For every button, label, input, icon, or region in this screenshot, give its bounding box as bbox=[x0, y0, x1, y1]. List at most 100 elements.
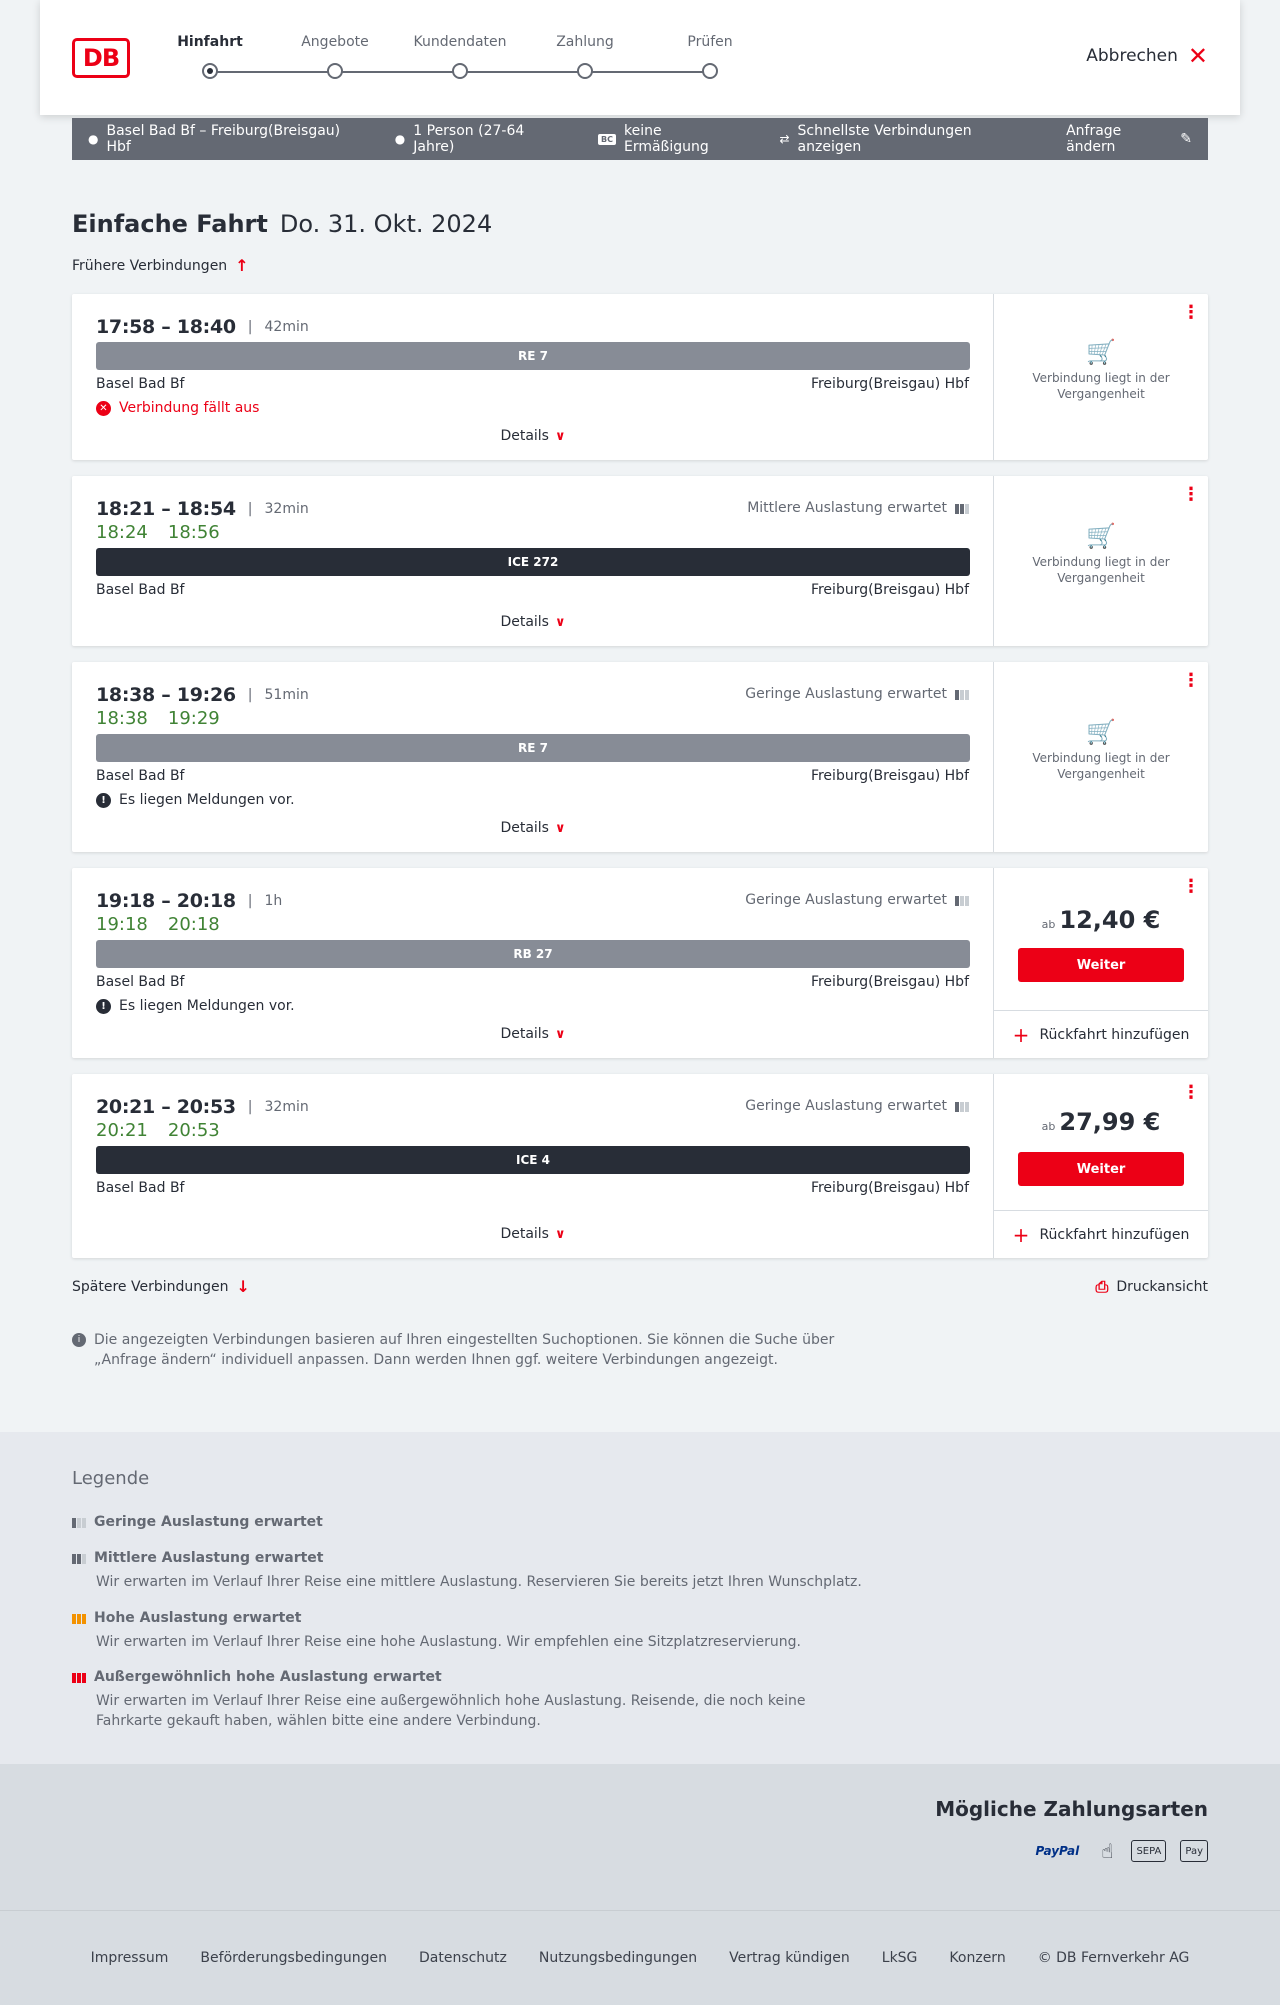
legend-item-title: Mittlere Auslastung erwartet bbox=[94, 1550, 324, 1566]
legend-item: Außergewöhnlich hohe Auslastung erwartet… bbox=[72, 1669, 876, 1731]
duration: 32min bbox=[264, 1099, 309, 1115]
step-zahlung[interactable]: Zahlung bbox=[520, 34, 650, 79]
message-text: Es liegen Meldungen vor. bbox=[119, 792, 295, 808]
footer-copyright: © DB Fernverkehr AG bbox=[1037, 1950, 1190, 1966]
footer-link-impressum[interactable]: Impressum bbox=[91, 1950, 169, 1966]
past-notice: 🛒 Verbindung liegt in der Vergangenheit bbox=[994, 524, 1208, 586]
step-hinfahrt[interactable]: Hinfahrt bbox=[145, 34, 275, 79]
exclamation-circle-icon: ! bbox=[96, 792, 111, 808]
cart-unavailable-icon: 🛒 bbox=[1086, 338, 1116, 366]
occupancy-indicator: Geringe Auslastung erwartet bbox=[745, 686, 969, 702]
details-toggle[interactable]: Details ∨ bbox=[72, 820, 994, 836]
realtime-departure: 18:24 bbox=[96, 522, 148, 543]
past-notice: 🛒 Verbindung liegt in der Vergangenheit bbox=[994, 720, 1208, 782]
offer-panel: ⋮ ab 12,40 € Weiter + Rückfahrt hinzufügen bbox=[994, 868, 1208, 1058]
connection-card[interactable]: 18:38 – 19:26 | 51min Geringe Auslastung e… bbox=[72, 662, 1208, 852]
info-text: Die angezeigten Verbindungen basieren au… bbox=[94, 1332, 835, 1368]
legend-item: Mittlere Auslastung erwartet Wir erwarte… bbox=[72, 1550, 876, 1592]
realtime-arrival: 20:18 bbox=[167, 914, 220, 935]
planned-times: 18:38 – 19:26 bbox=[96, 684, 236, 706]
duration: 32min bbox=[264, 501, 309, 517]
location-pin-icon: ● bbox=[88, 132, 99, 146]
train-bar[interactable]: RE 7 bbox=[96, 342, 970, 370]
occupancy-low-icon bbox=[72, 1516, 86, 1528]
occupancy-extreme-icon bbox=[72, 1671, 86, 1683]
connection-card[interactable]: 19:18 – 20:18 | 1h Geringe Auslastung erwa… bbox=[72, 868, 1208, 1058]
edit-label: Anfrage ändern bbox=[1066, 123, 1122, 155]
notice-message: ! Es liegen Meldungen vor. bbox=[96, 792, 295, 808]
details-toggle[interactable]: Details ∨ bbox=[72, 1226, 994, 1242]
message-text: Verbindung fällt aus bbox=[119, 400, 260, 416]
connection-info: 19:18 – 20:18 | 1h Geringe Auslastung erwa… bbox=[72, 868, 994, 1058]
separator: | bbox=[247, 319, 253, 335]
step-dot bbox=[577, 63, 593, 79]
details-label: Details bbox=[500, 1226, 549, 1242]
connection-info: 18:21 – 18:54 | 32min Mittlere Auslastung … bbox=[72, 476, 994, 646]
step-kundendaten[interactable]: Kundendaten bbox=[395, 34, 525, 79]
step-label: Zahlung bbox=[556, 34, 614, 50]
legend-section: Legende Geringe Auslastung erwartet Mitt… bbox=[0, 1432, 1280, 1764]
weiter-button[interactable]: Weiter bbox=[1018, 948, 1184, 982]
more-options-icon[interactable]: ⋮ bbox=[1182, 1084, 1200, 1102]
separator: | bbox=[247, 893, 253, 909]
details-label: Details bbox=[500, 820, 549, 836]
edit-request-button[interactable]: Anfrage ändern ✎ bbox=[1066, 123, 1192, 155]
realtime-arrival: 20:53 bbox=[167, 1120, 220, 1141]
connection-info: 17:58 – 18:40 | 42min RE 7 Basel Bad Bf Fr… bbox=[72, 294, 994, 460]
cancel-button[interactable]: Abbrechen ✕ bbox=[1086, 44, 1208, 68]
add-return-button[interactable]: + Rückfahrt hinzufügen bbox=[994, 1010, 1208, 1058]
details-toggle[interactable]: Details ∨ bbox=[72, 1026, 994, 1042]
payment-icons: PayPal ☝ SEPA Pay bbox=[1031, 1839, 1208, 1863]
paypal-icon: PayPal bbox=[1035, 1844, 1080, 1858]
offer-panel: ⋮ 🛒 Verbindung liegt in der Vergangenheit bbox=[994, 662, 1208, 852]
db-logo[interactable]: DB bbox=[72, 38, 130, 78]
earlier-connections-link[interactable]: Frühere Verbindungen ↑ bbox=[72, 256, 249, 275]
footer-link-lksg[interactable]: LkSG bbox=[882, 1950, 918, 1966]
more-options-icon[interactable]: ⋮ bbox=[1182, 878, 1200, 896]
train-bar[interactable]: ICE 4 bbox=[96, 1146, 970, 1174]
offer-panel: ⋮ ab 27,99 € Weiter + Rückfahrt hinzufügen bbox=[994, 1074, 1208, 1258]
footer-link-datenschutz[interactable]: Datenschutz bbox=[419, 1950, 507, 1966]
past-text: Verbindung liegt in der Vergangenheit bbox=[1032, 371, 1170, 401]
details-label: Details bbox=[500, 614, 549, 630]
realtime-arrival: 18:56 bbox=[167, 522, 220, 543]
footer-link-befoerderungsbedingungen[interactable]: Beförderungsbedingungen bbox=[200, 1950, 387, 1966]
train-bar[interactable]: RB 27 bbox=[96, 940, 970, 968]
occupancy-low-icon bbox=[955, 1100, 969, 1112]
destination-station: Freiburg(Breisgau) Hbf bbox=[810, 1180, 969, 1196]
footer-link-konzern[interactable]: Konzern bbox=[949, 1950, 1005, 1966]
print-view-link[interactable]: ⎙ Druckansicht bbox=[1096, 1277, 1208, 1297]
step-pruefen[interactable]: Prüfen bbox=[645, 34, 775, 79]
print-label: Druckansicht bbox=[1116, 1279, 1208, 1295]
add-return-button[interactable]: + Rückfahrt hinzufügen bbox=[994, 1210, 1208, 1258]
more-options-icon[interactable]: ⋮ bbox=[1182, 672, 1200, 690]
more-options-icon[interactable]: ⋮ bbox=[1182, 304, 1200, 322]
details-toggle[interactable]: Details ∨ bbox=[72, 428, 994, 444]
footer-link-vertrag-kuendigen[interactable]: Vertrag kündigen bbox=[729, 1950, 850, 1966]
connection-card[interactable]: 17:58 – 18:40 | 42min RE 7 Basel Bad Bf Fr… bbox=[72, 294, 1208, 460]
chevron-down-icon: ∨ bbox=[554, 615, 566, 630]
time-row: 20:21 – 20:53 | 32min bbox=[96, 1096, 309, 1118]
details-toggle[interactable]: Details ∨ bbox=[72, 614, 994, 630]
connection-card[interactable]: 20:21 – 20:53 | 32min Geringe Auslastung e… bbox=[72, 1074, 1208, 1258]
later-connections-link[interactable]: Spätere Verbindungen ↓ bbox=[72, 1277, 250, 1296]
footer-link-nutzungsbedingungen[interactable]: Nutzungsbedingungen bbox=[539, 1950, 697, 1966]
duration: 42min bbox=[264, 319, 309, 335]
weiter-button[interactable]: Weiter bbox=[1018, 1152, 1184, 1186]
page-title: Einfache Fahrt Do. 31. Okt. 2024 bbox=[72, 210, 492, 238]
occupancy-text: Mittlere Auslastung erwartet bbox=[747, 500, 947, 516]
trip-date: Do. 31. Okt. 2024 bbox=[279, 210, 493, 238]
legend-item-title: Hohe Auslastung erwartet bbox=[94, 1610, 302, 1626]
planned-times: 18:21 – 18:54 bbox=[96, 498, 236, 520]
details-label: Details bbox=[500, 1026, 549, 1042]
occupancy-indicator: Mittlere Auslastung erwartet bbox=[747, 500, 969, 516]
connection-card[interactable]: 18:21 – 18:54 | 32min Mittlere Auslastung … bbox=[72, 476, 1208, 646]
occupancy-indicator: Geringe Auslastung erwartet bbox=[745, 1098, 969, 1114]
price: ab 27,99 € bbox=[994, 1108, 1208, 1136]
legend-item-title: Geringe Auslastung erwartet bbox=[94, 1514, 323, 1530]
more-options-icon[interactable]: ⋮ bbox=[1182, 486, 1200, 504]
step-angebote[interactable]: Angebote bbox=[270, 34, 400, 79]
arrow-down-icon: ↓ bbox=[236, 1277, 250, 1296]
train-bar[interactable]: RE 7 bbox=[96, 734, 970, 762]
train-bar[interactable]: ICE 272 bbox=[96, 548, 970, 576]
